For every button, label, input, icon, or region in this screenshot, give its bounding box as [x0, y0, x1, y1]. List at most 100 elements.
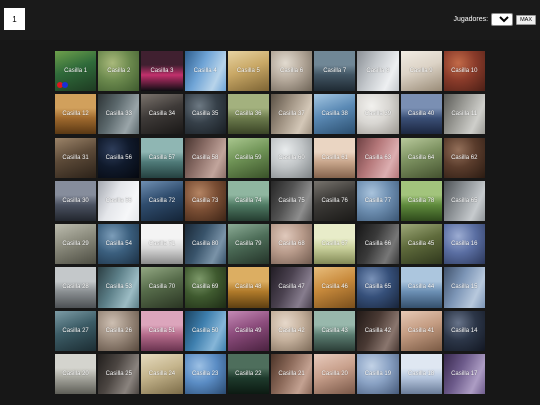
- cell-label: Casilla 61: [321, 154, 348, 161]
- cell-label: Casilla 62: [451, 154, 478, 161]
- board-cell[interactable]: Casilla 14: [443, 310, 485, 351]
- board-cell[interactable]: Casilla 56: [98, 137, 140, 178]
- board-cell[interactable]: Casilla 2: [98, 51, 140, 92]
- board-cell[interactable]: Casilla 23: [184, 353, 226, 395]
- board-cell[interactable]: Casilla 11: [443, 94, 485, 135]
- cell-label: Casilla 49: [235, 327, 262, 334]
- board-cell[interactable]: Casilla 43: [314, 310, 356, 351]
- board-cell[interactable]: Casilla 1: [55, 51, 97, 92]
- board-cell[interactable]: Casilla 45: [400, 224, 442, 265]
- board-cell[interactable]: Casilla 6: [270, 51, 313, 92]
- board-cell[interactable]: Casilla 25: [98, 353, 140, 395]
- board-cell[interactable]: Casilla 36: [227, 94, 269, 135]
- board-cell[interactable]: Casilla 22: [227, 353, 269, 395]
- board-cell[interactable]: Casilla 71: [141, 224, 183, 265]
- cell-label: Casilla 53: [105, 284, 132, 291]
- board-cell[interactable]: Casilla 60: [270, 137, 313, 178]
- board-cell[interactable]: Casilla 15: [443, 267, 485, 308]
- board-cell[interactable]: Casilla 75: [270, 180, 313, 222]
- board-cell[interactable]: Casilla 21: [270, 353, 313, 395]
- board-cell[interactable]: Casilla 66: [357, 224, 399, 265]
- board-cell[interactable]: Casilla 62: [443, 137, 485, 178]
- cell-label: Casilla 6: [280, 68, 304, 74]
- players-select[interactable]: 2: [491, 13, 514, 26]
- board-cell[interactable]: Casilla 9: [400, 51, 442, 92]
- board-cell[interactable]: Casilla 16: [443, 224, 485, 265]
- board-cell[interactable]: Casilla 30: [55, 180, 97, 222]
- cell-label: Casilla 45: [407, 241, 435, 248]
- board-cell[interactable]: Casilla 26: [98, 310, 140, 351]
- board-cell[interactable]: Casilla 7: [314, 51, 356, 92]
- cell-label: Casilla 44: [407, 284, 435, 291]
- board-cell[interactable]: Casilla 79: [227, 224, 269, 265]
- game-board: Casilla 1 Casilla 2 Casilla 3 Casilla 4 Casi…: [55, 51, 486, 395]
- cell-label: Casilla 12: [62, 111, 89, 118]
- board-cell[interactable]: Casilla 57: [141, 137, 183, 178]
- board-cell[interactable]: Casilla 58: [184, 137, 226, 178]
- cell-label: Casilla 25: [105, 370, 132, 377]
- board-cell[interactable]: Casilla 65: [443, 180, 485, 222]
- players-label: Jugadores:: [453, 16, 489, 23]
- board-cell[interactable]: Casilla 4: [184, 51, 226, 92]
- board-cell[interactable]: Casilla 65: [357, 267, 399, 308]
- board-cell[interactable]: Casilla 10: [443, 51, 485, 92]
- cell-label: Casilla 72: [148, 197, 176, 204]
- board-cell[interactable]: Casilla 70: [141, 267, 183, 308]
- board-cell[interactable]: Casilla 55: [98, 180, 140, 222]
- board-cell[interactable]: Casilla 5: [227, 51, 269, 92]
- board-cell[interactable]: Casilla 77: [357, 180, 399, 222]
- board-cell[interactable]: Casilla 35: [184, 94, 226, 135]
- board-cell[interactable]: Casilla 54: [98, 224, 140, 265]
- board-cell[interactable]: Casilla 28: [55, 267, 97, 308]
- cell-label: Casilla 18: [407, 370, 435, 377]
- board-cell[interactable]: Casilla 69: [184, 267, 226, 308]
- board-cell[interactable]: Casilla 59: [227, 137, 269, 178]
- board-cell[interactable]: Casilla 50: [184, 310, 226, 351]
- board-cell[interactable]: Casilla 74: [227, 180, 269, 222]
- board-cell[interactable]: Casilla 37: [270, 94, 313, 135]
- board-cell[interactable]: Casilla 42: [357, 310, 399, 351]
- board-cell[interactable]: Casilla 64: [400, 137, 442, 178]
- board-cell[interactable]: Casilla 61: [314, 137, 356, 178]
- board-cell[interactable]: Casilla 49: [227, 310, 269, 351]
- board-cell[interactable]: Casilla 76: [314, 180, 356, 222]
- board-cell[interactable]: Casilla 17: [443, 353, 485, 395]
- board-cell[interactable]: Casilla 29: [55, 224, 97, 265]
- board-cell[interactable]: Casilla 19: [357, 353, 399, 395]
- board-cell[interactable]: Casilla 68: [270, 224, 313, 265]
- cell-label: Casilla 39: [364, 111, 392, 118]
- cell-label: Casilla 36: [235, 111, 262, 118]
- cell-label: Casilla 54: [105, 241, 132, 248]
- cell-label: Casilla 7: [323, 68, 347, 74]
- board-cell[interactable]: Casilla 72: [141, 180, 183, 222]
- board-cell[interactable]: Casilla 39: [357, 94, 399, 135]
- board-cell[interactable]: Casilla 20: [314, 353, 356, 395]
- board-cell[interactable]: Casilla 44: [400, 267, 442, 308]
- board-cell[interactable]: Casilla 33: [98, 94, 140, 135]
- board-cell[interactable]: Casilla 63: [357, 137, 399, 178]
- board-cell[interactable]: Casilla 41: [400, 310, 442, 351]
- board-cell[interactable]: Casilla 78: [400, 180, 442, 222]
- board-cell[interactable]: Casilla 51: [141, 310, 183, 351]
- board-cell[interactable]: Casilla 8: [357, 51, 399, 92]
- board-cell[interactable]: Casilla 20: [55, 353, 97, 395]
- cell-label: Casilla 77: [364, 197, 392, 204]
- max-button[interactable]: MAX: [516, 14, 536, 25]
- board-cell[interactable]: Casilla 12: [55, 94, 97, 135]
- board-cell[interactable]: Casilla 3: [141, 51, 183, 92]
- board-cell[interactable]: Casilla 24: [141, 353, 183, 395]
- board-cell[interactable]: Casilla 34: [141, 94, 183, 135]
- board-cell[interactable]: Casilla 18: [400, 353, 442, 395]
- board-cell[interactable]: Casilla 40: [400, 94, 442, 135]
- board-cell[interactable]: Casilla 48: [227, 267, 269, 308]
- board-cell[interactable]: Casilla 47: [270, 267, 313, 308]
- board-cell[interactable]: Casilla 31: [55, 137, 97, 178]
- board-cell[interactable]: Casilla 42: [270, 310, 313, 351]
- board-cell[interactable]: Casilla 73: [184, 180, 226, 222]
- board-cell[interactable]: Casilla 53: [98, 267, 140, 308]
- board-cell[interactable]: Casilla 46: [314, 267, 356, 308]
- board-cell[interactable]: Casilla 27: [55, 310, 97, 351]
- board-cell[interactable]: Casilla 38: [314, 94, 356, 135]
- board-cell[interactable]: Casilla 67: [314, 224, 356, 265]
- board-cell[interactable]: Casilla 80: [184, 224, 226, 265]
